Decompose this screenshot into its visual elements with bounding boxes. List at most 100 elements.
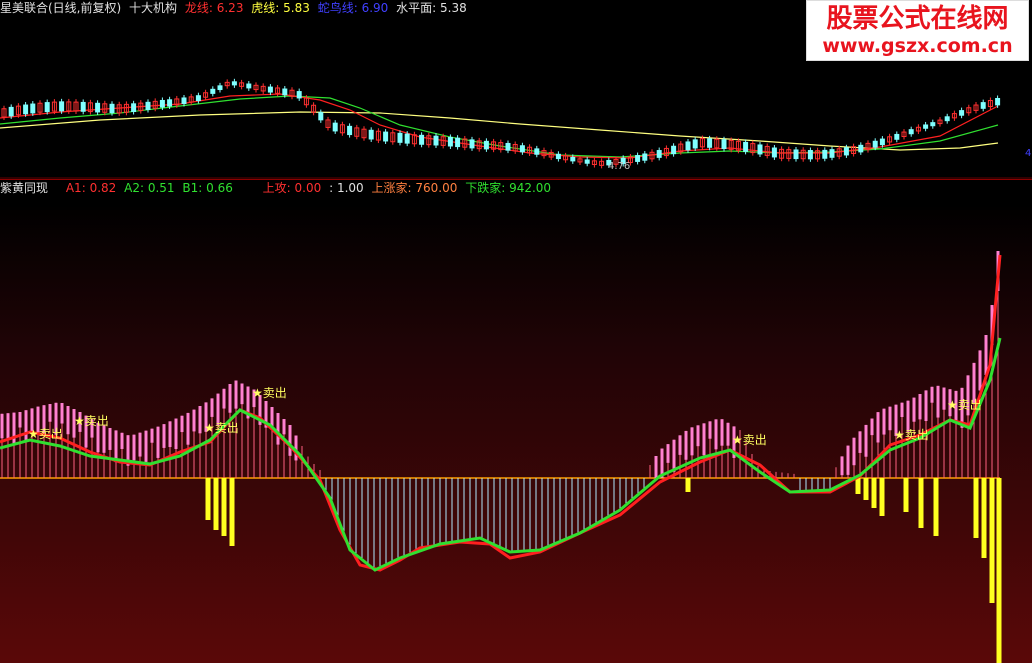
sell-signal-label: ★卖出: [947, 398, 982, 412]
stock-title: 星美联合(日线,前复权): [0, 1, 122, 15]
snake-line-value: 6.90: [361, 1, 389, 15]
pos-bar-cap: [900, 402, 904, 417]
pos-bar-cap: [714, 419, 718, 450]
yellow-bar: [871, 478, 877, 508]
candle-body: [959, 110, 965, 116]
candle-body: [159, 99, 165, 108]
b1-label: B1:: [182, 181, 203, 195]
pos-bar-cap: [864, 424, 868, 457]
pos-bar-cap: [972, 362, 976, 403]
yellow-bar: [933, 478, 939, 536]
candle-body: [505, 142, 511, 151]
down-count-label: 下跌家:: [465, 181, 506, 195]
yellow-bar: [221, 478, 227, 536]
pos-bar-cap: [192, 409, 196, 432]
pos-bar-cap: [210, 398, 214, 417]
candle-body: [181, 97, 187, 105]
candle-body: [908, 129, 914, 135]
water-level-value: 5.38: [440, 1, 467, 15]
candle-body: [447, 136, 453, 147]
water-level-label: 水平面:: [396, 1, 437, 15]
candle-body: [469, 139, 475, 149]
pos-bar-cap: [666, 444, 670, 463]
pos-bar-cap: [924, 390, 928, 422]
candle-body: [433, 135, 439, 146]
candle-body: [671, 145, 677, 155]
pos-bar-cap: [108, 428, 112, 450]
pos-bar-cap: [174, 418, 178, 449]
candle-body: [930, 122, 936, 127]
pos-bar-cap: [228, 384, 232, 413]
pos-bar-cap: [852, 437, 856, 466]
a2-label: A2:: [124, 181, 144, 195]
candle-body: [296, 91, 302, 99]
pos-bar-cap: [222, 388, 226, 409]
yellow-bar: [855, 478, 861, 494]
pos-bar-cap: [984, 335, 988, 375]
candle-body: [332, 122, 338, 132]
sell-signal-label: ★卖出: [28, 427, 63, 441]
candle-body: [23, 104, 29, 115]
pos-bar-cap: [684, 430, 688, 460]
candle-body: [397, 132, 403, 143]
pos-bar-cap: [678, 435, 682, 455]
candle-body: [267, 86, 273, 93]
pos-bar-cap: [696, 425, 700, 447]
yellow-bar: [229, 478, 235, 546]
down-count-value: 942.00: [509, 181, 552, 195]
pos-bar-cap: [912, 397, 916, 422]
indicator-title: 紫黄同现: [0, 181, 49, 195]
pos-bar-cap: [240, 383, 244, 405]
candle-body: [404, 133, 410, 144]
pos-bar-cap: [180, 415, 184, 433]
candle-body: [721, 139, 727, 150]
pos-bar-cap: [120, 432, 124, 449]
candle-body: [685, 141, 691, 151]
candle-body: [145, 101, 151, 110]
candle-body: [656, 150, 662, 158]
candle-body: [829, 149, 835, 158]
pos-bar-cap: [708, 421, 712, 439]
low-price-label: 4.76: [608, 161, 631, 172]
yellow-bar: [213, 478, 219, 530]
pos-bar-cap: [150, 428, 154, 443]
indicator-pane[interactable]: ★卖出 ★卖出 ★卖出 ★卖出 ★卖出 ★卖出 ★卖出 紫黄同现 A1: 0.82 A2: …: [0, 180, 1032, 663]
sell-signal-label: ★卖出: [204, 421, 239, 435]
candle-body: [635, 155, 641, 162]
pos-bar-cap: [876, 412, 880, 443]
pos-bar-cap: [870, 418, 874, 436]
pos-bar-cap: [102, 425, 106, 453]
candle-body: [59, 101, 65, 112]
tiger-line-label: 虎线:: [251, 1, 280, 15]
candle-body: [383, 131, 389, 142]
candle-body: [368, 129, 374, 140]
sell-signal-label: ★卖出: [894, 428, 929, 442]
candle-body: [95, 102, 101, 113]
candle-body: [944, 116, 950, 122]
candle-body: [555, 153, 561, 160]
indicator-chart-svg[interactable]: ★卖出 ★卖出 ★卖出 ★卖出 ★卖出 ★卖出 ★卖出: [0, 180, 1032, 663]
pos-bar-cap: [6, 413, 10, 439]
candle-body: [642, 153, 648, 161]
pos-bar-cap: [726, 422, 730, 446]
logo-url: www.gszx.com.cn: [822, 35, 1013, 57]
pos-bar-cap: [60, 403, 64, 424]
pos-bar-cap: [918, 394, 922, 420]
pos-bar-cap: [144, 430, 148, 462]
yellow-bar: [685, 478, 691, 492]
candle-body: [872, 140, 878, 148]
candle-body: [347, 125, 353, 136]
app-window: 星美联合(日线,前复权) 十大机构 龙线: 6.23 虎线: 5.83 蛇鸟线:…: [0, 0, 1032, 663]
price-chart-header: 星美联合(日线,前复权) 十大机构 龙线: 6.23 虎线: 5.83 蛇鸟线:…: [0, 0, 471, 16]
candle-body: [534, 148, 540, 155]
up-count-label: 上涨家:: [371, 181, 412, 195]
dragon-line-value: 6.23: [216, 1, 244, 15]
candle-body: [217, 85, 223, 91]
pos-bar-cap: [114, 430, 118, 463]
pos-bar-cap: [282, 419, 286, 435]
yellow-bar: [918, 478, 924, 528]
candle-body: [519, 145, 525, 153]
a1-value: 0.82: [89, 181, 117, 195]
right-edge-label: 4: [1025, 148, 1032, 159]
yellow-bar: [863, 478, 869, 500]
